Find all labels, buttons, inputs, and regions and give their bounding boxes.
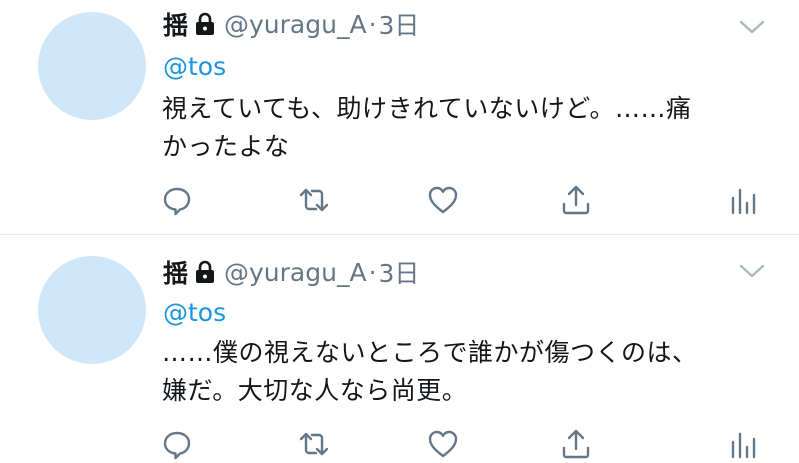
tweet-text: ……僕の視えないところで誰かが傷つくのは、 嫌だ。大切な人なら尚更。 (162, 334, 762, 410)
display-name[interactable]: 揺 (163, 254, 188, 290)
lock-icon (194, 12, 216, 36)
tweet[interactable]: 揺 @yuragu_A · 3日 @tos 視えていても、助けきれていないけど。… (0, 0, 799, 234)
tweet-text-line: 嫌だ。大切な人なら尚更。 (162, 376, 468, 405)
retweet-icon[interactable] (298, 428, 330, 460)
tweet-text-line: 視えていても、助けきれていないけど。……痛 (162, 94, 692, 123)
tweet-header: 揺 @yuragu_A · 3日 (163, 252, 419, 292)
separator-dot: · (368, 9, 377, 39)
display-name[interactable]: 揺 (163, 6, 188, 42)
timestamp[interactable]: 3日 (379, 6, 420, 42)
reply-to-mention[interactable]: @tos (163, 298, 226, 327)
handle[interactable]: @yuragu_A (224, 258, 367, 287)
reply-to-mention[interactable]: @tos (163, 52, 226, 81)
like-icon[interactable] (427, 184, 459, 216)
chevron-down-icon[interactable] (737, 18, 767, 36)
retweet-icon[interactable] (298, 184, 330, 216)
handle[interactable]: @yuragu_A (224, 10, 367, 39)
tweet[interactable]: 揺 @yuragu_A · 3日 @tos ……僕の視えないところで誰かが傷つく… (0, 235, 799, 463)
analytics-icon[interactable] (727, 184, 759, 216)
analytics-icon[interactable] (727, 428, 759, 460)
reply-icon[interactable] (161, 184, 193, 216)
chevron-down-icon[interactable] (737, 262, 767, 280)
separator-dot: · (368, 257, 377, 287)
tweet-header: 揺 @yuragu_A · 3日 (163, 4, 419, 44)
tweet-text: 視えていても、助けきれていないけど。……痛 かったよな (162, 90, 762, 166)
share-icon[interactable] (560, 184, 592, 216)
avatar[interactable] (38, 12, 146, 120)
tweet-text-line: ……僕の視えないところで誰かが傷つくのは、 (162, 338, 698, 367)
avatar[interactable] (38, 256, 146, 364)
timestamp[interactable]: 3日 (379, 254, 420, 290)
reply-icon[interactable] (161, 428, 193, 460)
tweet-text-line: かったよな (162, 132, 290, 161)
lock-icon (194, 260, 216, 284)
share-icon[interactable] (560, 428, 592, 460)
like-icon[interactable] (427, 428, 459, 460)
